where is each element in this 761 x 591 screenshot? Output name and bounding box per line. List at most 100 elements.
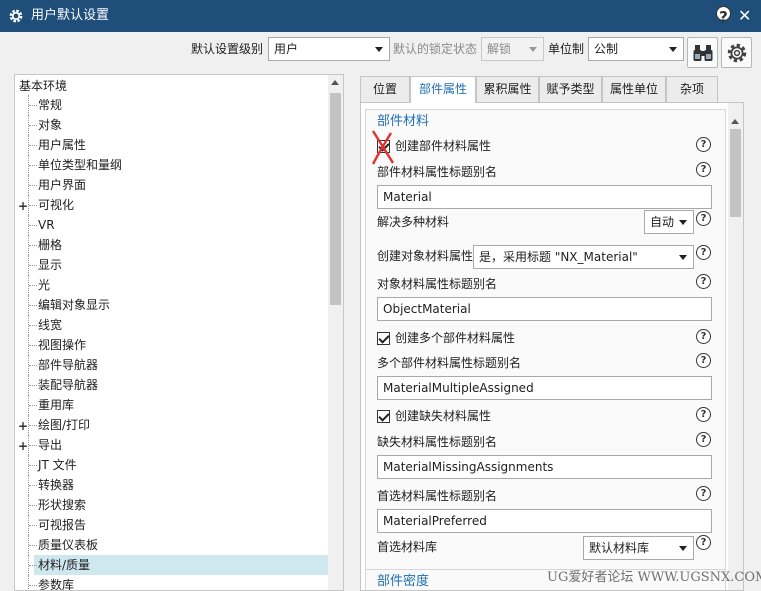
tree-item[interactable]: 转换器 bbox=[15, 475, 330, 495]
help-icon[interactable]: ? bbox=[696, 274, 711, 289]
units-dropdown[interactable]: 公制 bbox=[588, 37, 684, 61]
tree-item[interactable]: 重用库 bbox=[15, 395, 330, 415]
help-icon[interactable]: ? bbox=[696, 211, 711, 226]
missing-alias-input[interactable]: MaterialMissingAssignments bbox=[377, 455, 712, 479]
help-icon[interactable]: ? bbox=[696, 407, 711, 422]
tree-item[interactable]: 参数库 bbox=[15, 575, 330, 590]
tree-item[interactable]: VR bbox=[15, 215, 330, 235]
object-alias-label: 对象材料属性标题别名 bbox=[377, 277, 498, 291]
help-icon[interactable]: ? bbox=[696, 329, 711, 344]
binoculars-icon bbox=[693, 45, 713, 61]
tree-connector bbox=[29, 145, 37, 146]
chevron-down-icon bbox=[375, 47, 383, 52]
chevron-down-icon bbox=[679, 546, 687, 551]
tree-item-label: 线宽 bbox=[38, 318, 63, 332]
expand-plus-icon[interactable]: + bbox=[18, 420, 28, 432]
help-icon[interactable]: ? bbox=[696, 353, 711, 368]
preferred-alias-input[interactable]: MaterialPreferred bbox=[377, 509, 712, 533]
tree-item-label: 光 bbox=[38, 278, 51, 292]
preferred-library-dropdown[interactable]: 默认材料库 bbox=[583, 536, 694, 560]
resolve-multi-dropdown[interactable]: 自动 bbox=[644, 210, 694, 234]
settings-gear-icon bbox=[9, 9, 23, 23]
tree-item-label: 用户属性 bbox=[38, 138, 87, 152]
tab-misc[interactable]: 杂项 bbox=[666, 76, 718, 102]
tab-assign-type[interactable]: 赋予类型 bbox=[539, 76, 602, 102]
create-part-material-attr-label: 创建部件材料属性 bbox=[395, 139, 492, 153]
tree-item-label: 栅格 bbox=[38, 238, 63, 252]
tree-connector bbox=[29, 285, 37, 286]
help-icon[interactable]: ? bbox=[696, 486, 711, 501]
chevron-down-icon bbox=[669, 47, 677, 52]
tree-item-label: 单位类型和量纲 bbox=[38, 158, 123, 172]
tab-location[interactable]: 位置 bbox=[360, 76, 410, 102]
help-icon[interactable]: ? bbox=[696, 535, 711, 550]
panel-scroll-thumb[interactable] bbox=[730, 129, 741, 217]
tree-scroll-thumb[interactable] bbox=[330, 93, 341, 305]
tree-item[interactable]: 光 bbox=[15, 275, 330, 295]
help-button[interactable]: ? bbox=[716, 6, 731, 26]
help-icon[interactable]: ? bbox=[696, 432, 711, 447]
tree-connector bbox=[29, 305, 37, 306]
scroll-up-icon[interactable] bbox=[331, 80, 339, 85]
chevron-down-icon bbox=[679, 255, 687, 260]
tree-item-label: 视图操作 bbox=[38, 338, 87, 352]
tree-item[interactable]: 栅格 bbox=[15, 235, 330, 255]
scroll-up-icon[interactable] bbox=[731, 119, 739, 124]
multi-alias-input[interactable]: MaterialMultipleAssigned bbox=[377, 376, 712, 400]
tree-item[interactable]: 材料/质量 bbox=[28, 555, 330, 575]
panel-scrollbar[interactable] bbox=[728, 103, 743, 590]
lock-value: 解锁 bbox=[487, 42, 512, 56]
tree-item[interactable]: + 绘图/打印 bbox=[15, 415, 330, 435]
tree-item-label: 重用库 bbox=[38, 398, 75, 412]
level-value: 用户 bbox=[274, 42, 299, 56]
tree-item[interactable]: 视图操作 bbox=[15, 335, 330, 355]
tree-item-label: 导出 bbox=[38, 438, 63, 452]
find-button[interactable] bbox=[687, 37, 718, 68]
part-material-alias-input[interactable]: Material bbox=[377, 185, 712, 209]
tree-item[interactable]: 用户属性 bbox=[15, 135, 330, 155]
options-button[interactable] bbox=[721, 37, 752, 68]
create-missing-attr-checkbox[interactable] bbox=[377, 410, 390, 423]
help-icon[interactable]: ? bbox=[696, 137, 711, 152]
missing-alias-label: 缺失材料属性标题别名 bbox=[377, 435, 498, 449]
group-title-part-density: 部件密度 bbox=[377, 574, 430, 589]
tree-item-label: 可视报告 bbox=[38, 518, 87, 532]
help-icon[interactable]: ? bbox=[696, 162, 711, 177]
tree-connector bbox=[29, 525, 37, 526]
tree-item[interactable]: 用户界面 bbox=[15, 175, 330, 195]
tree-scrollbar[interactable] bbox=[328, 75, 343, 590]
tree-connector bbox=[29, 125, 37, 126]
tree-item[interactable]: 部件导航器 bbox=[15, 355, 330, 375]
create-multi-attr-checkbox[interactable] bbox=[377, 332, 390, 345]
settings-tree[interactable]: 基本环境 常规 对象 用户属性 单位类型和量纲 用户界面 + 可视化 VR 栅格 显示光编辑对象显… bbox=[14, 74, 344, 591]
expand-plus-icon[interactable]: + bbox=[18, 440, 28, 452]
tree-item[interactable]: 显示 bbox=[15, 255, 330, 275]
tree-connector bbox=[29, 365, 37, 366]
close-button[interactable]: ✕ bbox=[738, 6, 751, 26]
tab-part-attributes[interactable]: 部件属性 bbox=[410, 76, 476, 103]
help-icon[interactable]: ? bbox=[696, 245, 711, 260]
tree-item[interactable]: + 可视化 bbox=[15, 195, 330, 215]
tree-item[interactable]: 形状搜索 bbox=[15, 495, 330, 515]
object-alias-input[interactable]: ObjectMaterial bbox=[377, 297, 712, 321]
expand-plus-icon[interactable]: + bbox=[18, 200, 28, 212]
tree-item[interactable]: 装配导航器 bbox=[15, 375, 330, 395]
tree-item[interactable]: 常规 bbox=[15, 95, 330, 115]
tree-item[interactable]: + 导出 bbox=[15, 435, 330, 455]
tab-attribute-units[interactable]: 属性单位 bbox=[602, 76, 666, 102]
level-dropdown[interactable]: 用户 bbox=[268, 37, 390, 61]
tree-connector bbox=[29, 405, 37, 406]
tree-item[interactable]: 质量仪表板 bbox=[15, 535, 330, 555]
tree-item[interactable]: 单位类型和量纲 bbox=[15, 155, 330, 175]
create-missing-attr-label: 创建缺失材料属性 bbox=[395, 409, 492, 423]
tree-item[interactable]: 对象 bbox=[15, 115, 330, 135]
tree-item[interactable]: 线宽 bbox=[15, 315, 330, 335]
tree-connector bbox=[29, 485, 37, 486]
tree-connector bbox=[29, 345, 37, 346]
lock-dropdown: 解锁 bbox=[481, 37, 544, 61]
tree-item[interactable]: 编辑对象显示 bbox=[15, 295, 330, 315]
tree-item[interactable]: JT 文件 bbox=[15, 455, 330, 475]
tree-item[interactable]: 可视报告 bbox=[15, 515, 330, 535]
tab-cumulative-attributes[interactable]: 累积属性 bbox=[476, 76, 539, 102]
create-object-attr-dropdown[interactable]: 是，采用标题 "NX_Material" bbox=[473, 245, 694, 269]
